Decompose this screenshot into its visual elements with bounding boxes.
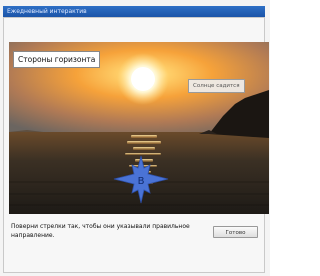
compass-letter: В bbox=[138, 176, 145, 187]
done-button[interactable]: Готово bbox=[213, 226, 258, 238]
compass-rose[interactable]: В bbox=[112, 155, 170, 205]
app-window: Ежедневный интерактив Стороны горизонта … bbox=[0, 0, 270, 276]
window-title: Ежедневный интерактив bbox=[3, 6, 265, 17]
instruction-text: Поверни стрелки так, чтобы они указывали… bbox=[11, 223, 190, 239]
sun-label: Солнце садится bbox=[188, 79, 245, 93]
scene-heading: Стороны горизонта bbox=[13, 51, 101, 68]
